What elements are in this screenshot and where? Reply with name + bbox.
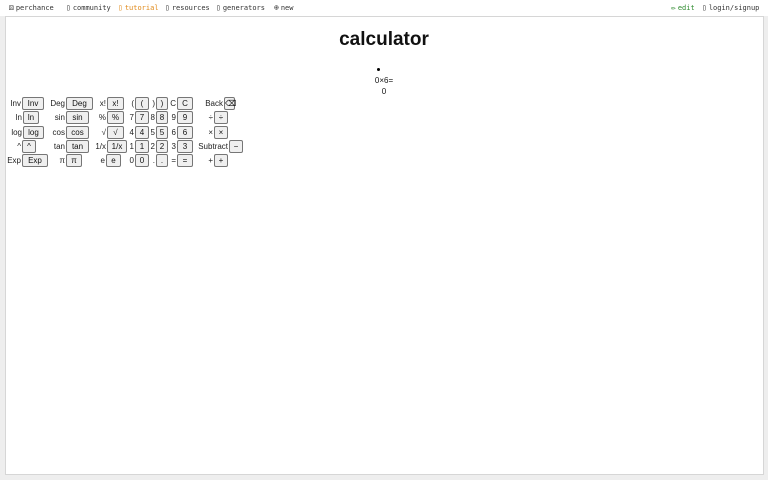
key-label: 8 xyxy=(150,113,155,122)
key-label: 1/x xyxy=(95,142,106,151)
key-label: × xyxy=(208,128,213,137)
key-button[interactable]: e xyxy=(106,154,121,167)
nav-login-label: login/signup xyxy=(708,4,760,12)
key-button[interactable]: 0 xyxy=(135,154,149,167)
key-button[interactable]: Exp xyxy=(22,154,48,167)
key-label: 0 xyxy=(129,156,134,165)
home-link[interactable]: ⚄ perchance xyxy=(9,3,54,13)
key-button[interactable]: 7 xyxy=(135,111,149,124)
key-label: Subtract xyxy=(198,142,228,151)
key-button[interactable]: ÷ xyxy=(214,111,228,124)
key-label: Deg xyxy=(50,99,65,108)
pencil-icon: ✏ xyxy=(671,3,676,12)
dice-icon: ⚄ xyxy=(9,3,14,12)
key-label: C xyxy=(170,99,176,108)
calc-result: 0 xyxy=(381,87,387,96)
key-label: e xyxy=(100,156,105,165)
user-icon: ▯ xyxy=(702,3,707,12)
key-label: ^ xyxy=(17,142,21,151)
key-label: = xyxy=(171,156,176,165)
key-button[interactable]: ( xyxy=(135,97,149,110)
key-button[interactable]: 6 xyxy=(177,126,193,139)
key-button[interactable]: 8 xyxy=(156,111,168,124)
key-button[interactable]: π xyxy=(66,154,82,167)
key-label: 4 xyxy=(129,128,134,137)
key-button[interactable]: % xyxy=(107,111,124,124)
key-button[interactable]: tan xyxy=(66,140,89,153)
key-button[interactable]: 2 xyxy=(156,140,168,153)
calc-expression: 0×6= xyxy=(374,76,394,85)
key-button[interactable]: 1/x xyxy=(107,140,127,153)
key-label: 9 xyxy=(171,113,176,122)
key-label: ) xyxy=(152,99,155,108)
key-button[interactable]: sin xyxy=(66,111,89,124)
key-button[interactable]: ) xyxy=(156,97,168,110)
key-label: sin xyxy=(54,113,65,122)
key-button[interactable]: 9 xyxy=(177,111,193,124)
key-button[interactable]: log xyxy=(23,126,44,139)
key-label: % xyxy=(98,113,106,122)
nav-edit-label: edit xyxy=(677,4,695,12)
top-nav-bar: ⚄ perchance ▯ community ▯ tutorial ▯ resourc… xyxy=(0,0,768,16)
key-label: Back xyxy=(205,99,223,108)
key-label: 3 xyxy=(171,142,176,151)
nav-community-label: community xyxy=(72,4,111,12)
key-label: 5 xyxy=(150,128,155,137)
key-button[interactable]: + xyxy=(214,154,228,167)
key-button[interactable]: ^ xyxy=(22,140,36,153)
key-label: Inv xyxy=(10,99,21,108)
nav-generators-label: generators xyxy=(222,4,265,12)
nav-tutorial-label: tutorial xyxy=(124,4,159,12)
key-label: Exp xyxy=(7,156,21,165)
key-button[interactable]: × xyxy=(214,126,228,139)
nav-resources[interactable]: ▯ resources xyxy=(165,3,210,13)
book-icon: ▯ xyxy=(118,3,123,12)
key-label: x! xyxy=(99,99,106,108)
bullet-dot xyxy=(377,68,380,71)
key-label: cos xyxy=(52,128,65,137)
key-button[interactable]: . xyxy=(156,154,168,167)
nav-new-label: new xyxy=(280,4,294,12)
chat-icon: ▯ xyxy=(66,3,71,12)
key-button[interactable]: cos xyxy=(66,126,89,139)
key-label: ( xyxy=(131,99,134,108)
key-button[interactable]: Deg xyxy=(66,97,93,110)
key-label: . xyxy=(152,156,155,165)
key-button[interactable]: 3 xyxy=(177,140,193,153)
key-label: √ xyxy=(101,128,106,137)
nav-community[interactable]: ▯ community xyxy=(66,3,111,13)
key-button[interactable]: C xyxy=(177,97,193,110)
nav-resources-label: resources xyxy=(171,4,210,12)
folder-icon: ▯ xyxy=(165,3,170,12)
key-label: log xyxy=(11,128,22,137)
key-button[interactable]: √ xyxy=(107,126,124,139)
key-button[interactable]: − xyxy=(229,140,243,153)
key-button[interactable]: 1 xyxy=(135,140,149,153)
list-icon: ▯ xyxy=(216,3,221,12)
key-button[interactable]: 5 xyxy=(156,126,168,139)
nav-tutorial[interactable]: ▯ tutorial xyxy=(118,3,159,13)
key-label: ÷ xyxy=(208,113,213,122)
key-label: ln xyxy=(15,113,22,122)
key-label: + xyxy=(208,156,213,165)
key-label: 7 xyxy=(129,113,134,122)
key-label: 1 xyxy=(129,142,134,151)
key-button[interactable]: = xyxy=(177,154,193,167)
plus-circle-icon: ⊕ xyxy=(274,3,279,12)
nav-edit[interactable]: ✏ edit xyxy=(671,3,695,13)
key-button[interactable]: ⌫ xyxy=(224,97,236,110)
key-label: 2 xyxy=(150,142,155,151)
key-button[interactable]: x! xyxy=(107,97,124,110)
nav-new[interactable]: ⊕ new xyxy=(274,3,293,13)
key-button[interactable]: 4 xyxy=(135,126,149,139)
key-label: 6 xyxy=(171,128,176,137)
logo-label: perchance xyxy=(15,4,54,12)
page-title: calculator xyxy=(339,29,429,50)
nav-login[interactable]: ▯ login/signup xyxy=(702,3,759,13)
key-button[interactable]: ln xyxy=(23,111,39,124)
key-label: π xyxy=(59,156,65,165)
key-label: tan xyxy=(53,142,65,151)
key-button[interactable]: Inv xyxy=(22,97,44,110)
nav-generators[interactable]: ▯ generators xyxy=(216,3,265,13)
